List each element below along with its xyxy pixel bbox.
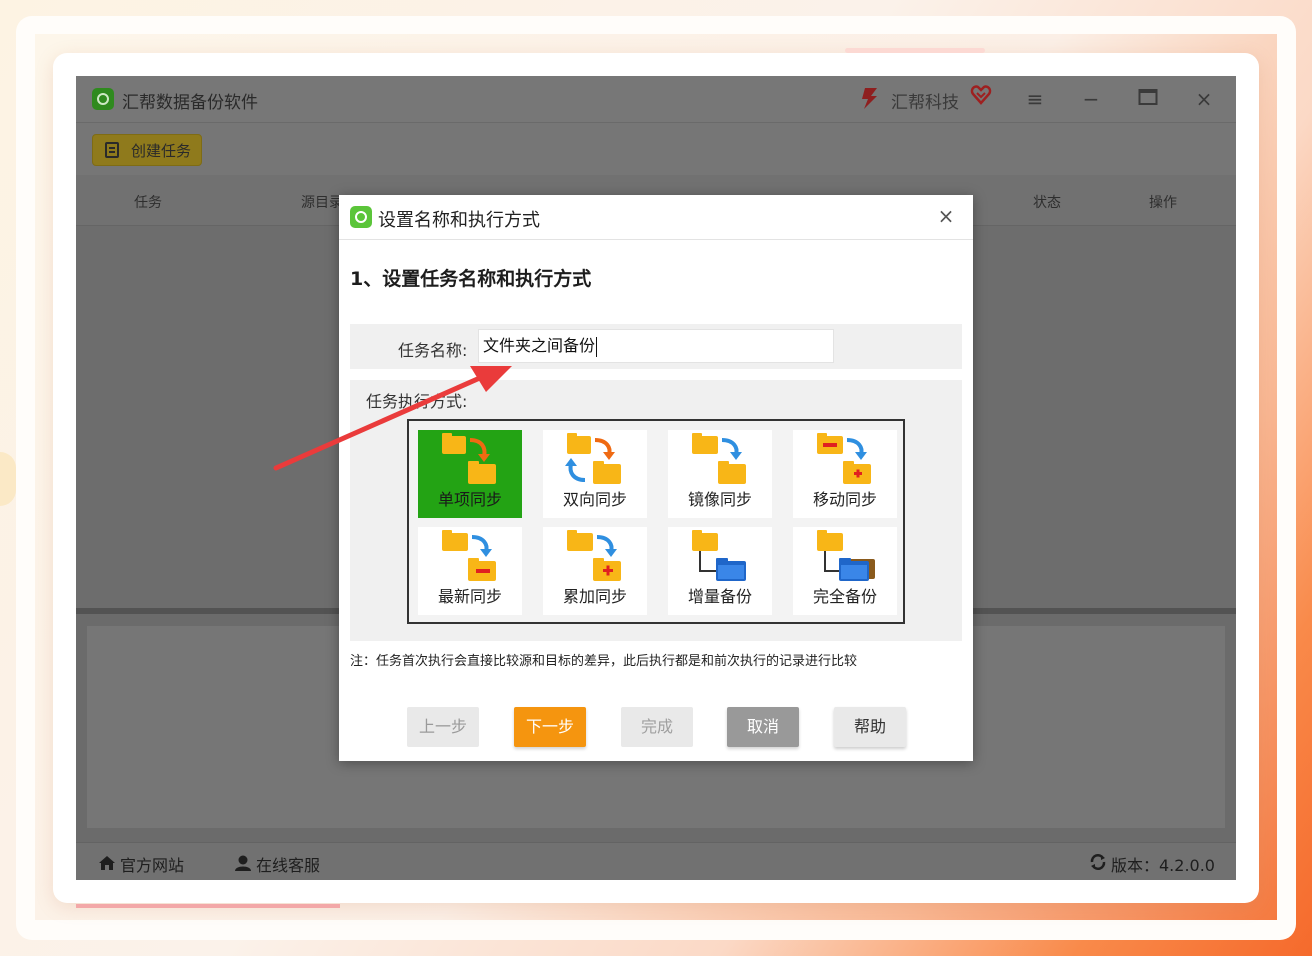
task-name-row: 任务名称: 文件夹之间备份 <box>350 324 962 369</box>
step-heading: 1、设置任务名称和执行方式 <box>350 268 592 290</box>
heart-icon[interactable] <box>970 84 992 111</box>
column-task: 任务 <box>134 195 162 211</box>
mode-latest-sync[interactable]: 最新同步 <box>418 527 522 615</box>
mode-incremental-backup[interactable]: 增量备份 <box>668 527 772 615</box>
task-name-label: 任务名称: <box>398 341 468 360</box>
mode-label: 增量备份 <box>687 587 752 606</box>
previous-step-button[interactable]: 上一步 <box>407 707 479 747</box>
mode-full-backup[interactable]: 完全备份 <box>793 527 897 615</box>
brand-logo-icon <box>857 85 883 111</box>
dialog-title-bar: 设置名称和执行方式 × <box>339 195 973 240</box>
decorative-strip <box>845 48 985 53</box>
mode-move-sync[interactable]: 移动同步 <box>793 430 897 518</box>
online-service-label: 在线客服 <box>256 856 321 875</box>
brand-name: 汇帮科技 <box>891 93 959 113</box>
close-icon[interactable]: × <box>1191 86 1217 112</box>
mode-cumulative-sync[interactable]: 累加同步 <box>543 527 647 615</box>
menu-icon[interactable]: ≡ <box>1022 86 1048 112</box>
full-backup-icon <box>817 530 875 581</box>
one-way-sync-icon <box>442 433 496 484</box>
home-icon <box>98 855 116 875</box>
task-settings-dialog: 设置名称和执行方式 × 1、设置任务名称和执行方式 任务名称: 文件夹之间备份 … <box>339 195 973 761</box>
refresh-icon[interactable] <box>1089 853 1107 875</box>
mode-label: 累加同步 <box>562 587 627 606</box>
task-name-value: 文件夹之间备份 <box>483 336 596 355</box>
text-caret <box>596 336 598 357</box>
move-sync-icon <box>817 433 871 484</box>
mode-label: 双向同步 <box>562 490 627 509</box>
execution-mode-label: 任务执行方式: <box>366 392 468 411</box>
create-task-label: 创建任务 <box>131 142 192 160</box>
app-logo-icon <box>350 206 372 228</box>
cumulative-sync-icon <box>567 530 621 581</box>
mode-label: 单项同步 <box>437 490 502 509</box>
user-service-icon <box>234 855 252 875</box>
column-status: 状态 <box>1033 195 1061 211</box>
mode-one-way-sync[interactable]: 单项同步 <box>418 430 522 518</box>
app-logo-icon <box>92 88 114 110</box>
task-name-input[interactable]: 文件夹之间备份 <box>478 329 834 363</box>
create-task-button[interactable]: 创建任务 <box>92 134 202 166</box>
cancel-button[interactable]: 取消 <box>727 707 799 747</box>
mirror-sync-icon <box>692 433 746 484</box>
mode-mirror-sync[interactable]: 镜像同步 <box>668 430 772 518</box>
mode-label: 最新同步 <box>437 587 502 606</box>
official-site-link[interactable]: 官方网站 <box>98 852 184 876</box>
next-step-button[interactable]: 下一步 <box>514 707 586 747</box>
close-icon[interactable]: × <box>935 205 957 227</box>
mode-label: 移动同步 <box>812 490 877 509</box>
finish-button[interactable]: 完成 <box>621 707 693 747</box>
official-site-label: 官方网站 <box>120 856 185 875</box>
title-bar: 汇帮数据备份软件 汇帮科技 ≡ − × <box>76 76 1236 123</box>
maximize-icon[interactable] <box>1135 86 1161 112</box>
help-button[interactable]: 帮助 <box>834 707 906 747</box>
app-title: 汇帮数据备份软件 <box>122 93 258 113</box>
latest-sync-icon <box>442 530 496 581</box>
execution-mode-section: 任务执行方式: 单项同步 双向同步 镜像同步 移动同步 最新同步 累加同步 增量… <box>350 380 962 641</box>
toolbar: 创建任务 <box>76 123 1236 175</box>
version-info: 版本：4.2.0.0 <box>1089 852 1215 876</box>
two-way-sync-icon <box>565 433 621 484</box>
execution-mode-grid: 单项同步 双向同步 镜像同步 移动同步 最新同步 累加同步 增量备份 完全备份 <box>407 419 905 624</box>
footer: 官方网站 在线客服 版本：4.2.0.0 <box>76 842 1236 880</box>
minimize-icon[interactable]: − <box>1078 86 1104 112</box>
decorative-strip <box>76 904 340 908</box>
dialog-title: 设置名称和执行方式 <box>378 210 540 231</box>
decorative-bump <box>0 452 16 506</box>
column-source: 源目录 <box>301 195 343 211</box>
dialog-note: 注：任务首次执行会直接比较源和目标的差异，此后执行都是和前次执行的记录进行比较 <box>350 654 858 669</box>
version-label: 版本：4.2.0.0 <box>1111 856 1215 875</box>
mode-label: 镜像同步 <box>687 490 752 509</box>
incremental-backup-icon <box>692 530 746 581</box>
column-actions: 操作 <box>1149 195 1177 211</box>
mode-label: 完全备份 <box>812 587 877 606</box>
online-service-link[interactable]: 在线客服 <box>234 852 320 876</box>
document-icon <box>105 142 119 158</box>
mode-two-way-sync[interactable]: 双向同步 <box>543 430 647 518</box>
